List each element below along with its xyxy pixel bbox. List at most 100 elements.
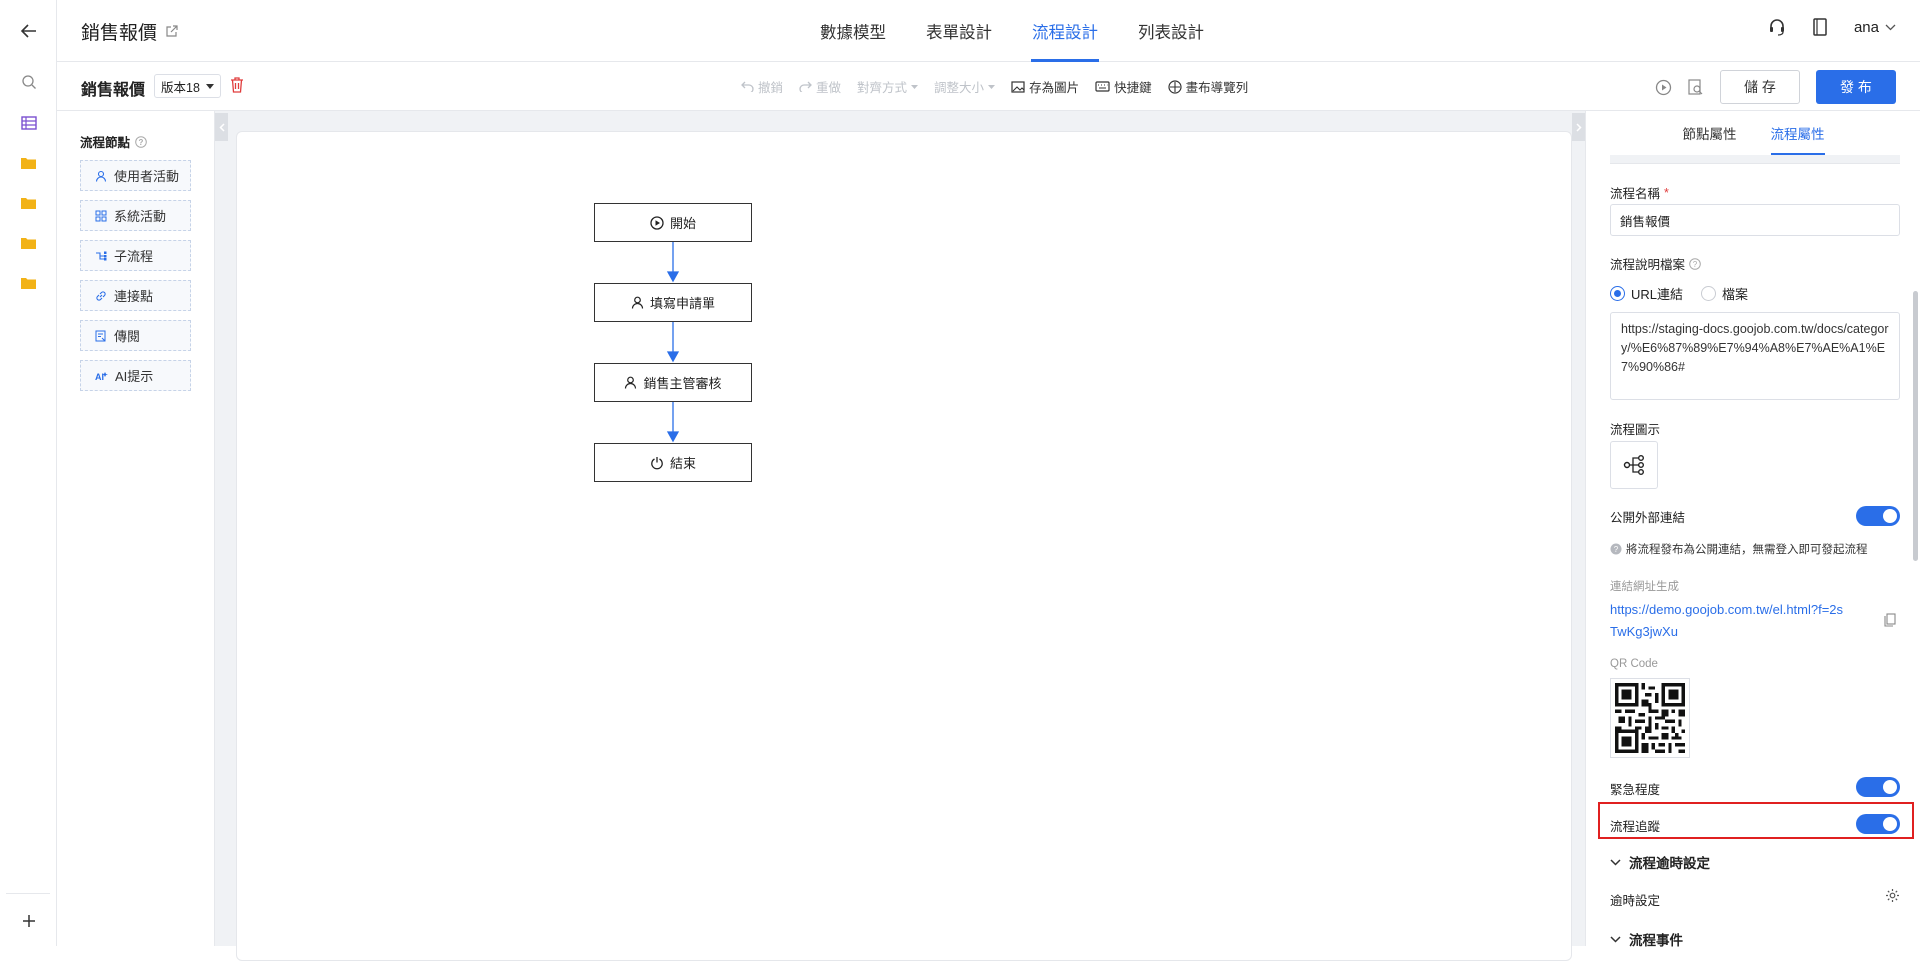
flow-icon-picker[interactable] <box>1610 441 1658 489</box>
inspect-icon[interactable] <box>1688 78 1704 96</box>
rail-divider <box>6 893 50 894</box>
collapse-left-icon[interactable] <box>215 113 228 141</box>
public-link-label: 公開外部連結 <box>1610 511 1686 525</box>
compass-icon <box>1167 79 1182 94</box>
chevron-down-icon <box>1885 24 1896 30</box>
redo-icon <box>799 81 812 92</box>
external-link-icon[interactable] <box>165 25 178 38</box>
book-icon[interactable] <box>1812 18 1828 36</box>
svg-text:?: ? <box>139 138 144 147</box>
search-icon[interactable] <box>0 62 57 102</box>
doc-label: 流程說明檔案 ? <box>1610 254 1701 273</box>
resize-dropdown[interactable]: 調整大小 <box>934 77 996 96</box>
caret-down-icon <box>911 84 919 89</box>
urgency-toggle[interactable] <box>1856 777 1900 797</box>
user-icon <box>631 296 644 309</box>
public-link-hint-text: 將流程發布為公開連結，無需登入即可發起流程 <box>1626 544 1868 556</box>
palette-title: 流程節點 ? <box>80 132 147 151</box>
align-dropdown[interactable]: 對齊方式 <box>857 77 919 96</box>
palette-item-label: 使用者活動 <box>114 169 180 184</box>
flow-name: 銷售報價 <box>81 82 146 99</box>
chevron-down-icon <box>1610 858 1621 866</box>
info-icon: ? <box>1610 543 1622 555</box>
plus-icon[interactable] <box>0 901 57 941</box>
folder-icon[interactable] <box>0 143 57 183</box>
tab-data-model[interactable]: 數據模型 <box>800 0 906 62</box>
copy-icon[interactable] <box>1884 613 1896 627</box>
save-button[interactable]: 儲 存 <box>1720 70 1800 104</box>
help-icon[interactable]: ? <box>1689 257 1701 270</box>
folder-icon[interactable] <box>0 223 57 263</box>
panel-tabs: 節點屬性 流程屬性 <box>1586 111 1920 155</box>
palette-item-system-activity[interactable]: 系統活動 <box>80 200 191 231</box>
folder-icon[interactable] <box>0 263 57 303</box>
toolbar-right: 儲 存 發 布 <box>1655 70 1896 104</box>
gear-icon[interactable] <box>1885 888 1900 903</box>
tab-flow-design[interactable]: 流程設計 <box>1012 0 1118 62</box>
folder-icon[interactable] <box>0 183 57 223</box>
tracking-highlight-box <box>1598 802 1914 839</box>
version-label: 版本18 <box>161 80 200 95</box>
table-icon[interactable] <box>0 103 57 143</box>
shortcuts-button[interactable]: 快捷鍵 <box>1095 77 1152 96</box>
qr-code-image <box>1610 678 1690 758</box>
tab-form-design[interactable]: 表單設計 <box>906 0 1012 62</box>
events-section-title: 流程事件 <box>1629 933 1683 948</box>
main-tabs: 數據模型 表單設計 流程設計 列表設計 <box>800 0 1224 62</box>
version-select[interactable]: 版本18 <box>154 74 221 98</box>
save-image-button[interactable]: 存為圖片 <box>1011 77 1079 96</box>
flow-node-start[interactable]: 開始 <box>594 203 752 242</box>
run-icon[interactable] <box>1655 79 1672 96</box>
flow-node-fill-form[interactable]: 填寫申請單 <box>594 283 752 322</box>
doc-url-textarea[interactable]: https://staging-docs.goojob.com.tw/docs/… <box>1610 312 1900 400</box>
required-mark: * <box>1664 185 1669 200</box>
palette-item-user-activity[interactable]: 使用者活動 <box>80 160 191 191</box>
tab-node-properties[interactable]: 節點屬性 <box>1683 111 1737 155</box>
headset-icon[interactable] <box>1768 18 1786 36</box>
redo-label: 重做 <box>816 81 842 95</box>
radio-circle <box>1610 286 1625 301</box>
timeout-section-header[interactable]: 流程逾時設定 <box>1610 852 1710 872</box>
palette-item-circulate[interactable]: 傳閱 <box>80 320 191 351</box>
flow-canvas[interactable]: 開始 填寫申請單 銷售主管審核 結束 <box>236 131 1572 961</box>
flow-node-manager-review[interactable]: 銷售主管審核 <box>594 363 752 402</box>
tab-flow-properties[interactable]: 流程屬性 <box>1770 111 1825 155</box>
palette-item-label: 連接點 <box>114 289 154 304</box>
back-icon[interactable] <box>0 11 57 51</box>
app-title-text: 銷售報價 <box>81 23 158 44</box>
collapse-right-icon[interactable] <box>1572 113 1585 141</box>
events-section-header[interactable]: 流程事件 <box>1610 929 1683 949</box>
palette-item-ai-prompt[interactable]: AI AI提示 <box>80 360 191 391</box>
undo-icon <box>741 81 754 92</box>
flow-node-end[interactable]: 結束 <box>594 443 752 482</box>
radio-file[interactable]: 檔案 <box>1701 284 1748 303</box>
flow-connectors <box>666 242 680 443</box>
caret-down-icon <box>205 83 214 89</box>
flow-name-input[interactable]: 銷售報價 <box>1610 204 1900 236</box>
publish-button[interactable]: 發 布 <box>1816 70 1896 104</box>
flow-node-label: 開始 <box>669 216 696 231</box>
circulate-icon <box>95 330 106 341</box>
help-icon[interactable]: ? <box>135 135 147 148</box>
doc-type-radios: URL連結 檔案 <box>1610 284 1748 303</box>
flow-tree-icon <box>1623 455 1644 475</box>
delete-icon[interactable] <box>230 77 244 93</box>
radio-url[interactable]: URL連結 <box>1610 284 1683 303</box>
link-gen-label: 連結網址生成 <box>1610 581 1679 593</box>
palette-item-subflow[interactable]: 子流程 <box>80 240 191 271</box>
palette-item-connector[interactable]: 連接點 <box>80 280 191 311</box>
flow-name-label: 流程名稱 * <box>1610 183 1669 202</box>
public-link-toggle[interactable] <box>1856 506 1900 526</box>
public-url-link[interactable]: https://demo.goojob.com.tw/el.html?f=2sT… <box>1610 599 1850 643</box>
panel-scrollbar[interactable] <box>1913 291 1918 561</box>
resize-label: 調整大小 <box>934 81 985 95</box>
undo-button[interactable]: 撤銷 <box>741 77 783 96</box>
flow-node-label: 結束 <box>669 456 696 471</box>
image-icon <box>1011 80 1025 93</box>
svg-text:?: ? <box>1693 260 1698 269</box>
redo-button[interactable]: 重做 <box>799 77 841 96</box>
user-menu[interactable]: ana <box>1854 19 1896 36</box>
ai-icon: AI <box>95 371 108 382</box>
canvas-nav-button[interactable]: 畫布導覽列 <box>1167 77 1248 96</box>
tab-list-design[interactable]: 列表設計 <box>1118 0 1224 62</box>
